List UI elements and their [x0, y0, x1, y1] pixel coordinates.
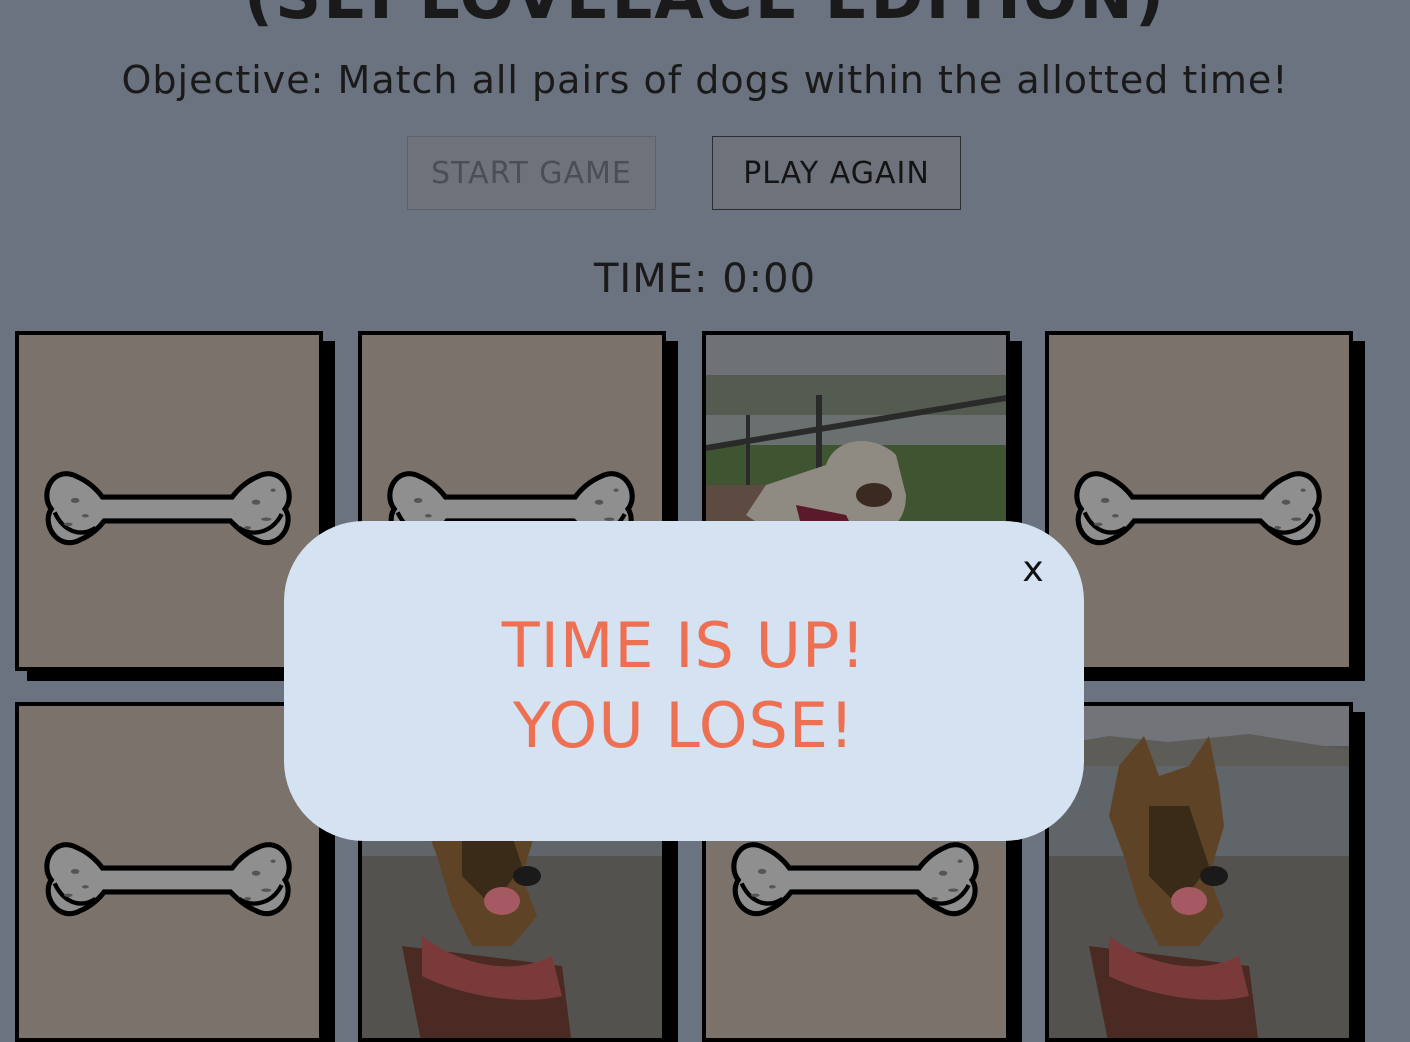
time-up-message: TIME IS UP! [501, 609, 867, 682]
bone-icon [23, 810, 315, 938]
play-again-button[interactable]: PLAY AGAIN [712, 136, 961, 210]
card-5[interactable] [15, 702, 323, 1042]
game-over-modal: TIME IS UP! YOU LOSE! [284, 521, 1084, 841]
start-game-button[interactable]: START GAME [407, 136, 656, 210]
you-lose-message: YOU LOSE! [513, 689, 855, 762]
objective-text: Objective: Match all pairs of dogs withi… [121, 58, 1289, 102]
game-title: (SEI LOVELACE EDITION) [0, 0, 1410, 34]
timer-display: TIME: 0:00 [593, 256, 817, 302]
dog-photo-german-shepherd [1049, 706, 1349, 1038]
card-8[interactable] [1045, 702, 1353, 1042]
card-1[interactable] [15, 331, 323, 671]
card-4[interactable] [1045, 331, 1353, 671]
bone-icon [23, 439, 315, 567]
bone-icon [1053, 439, 1345, 567]
modal-close-button[interactable]: x [1012, 550, 1054, 590]
